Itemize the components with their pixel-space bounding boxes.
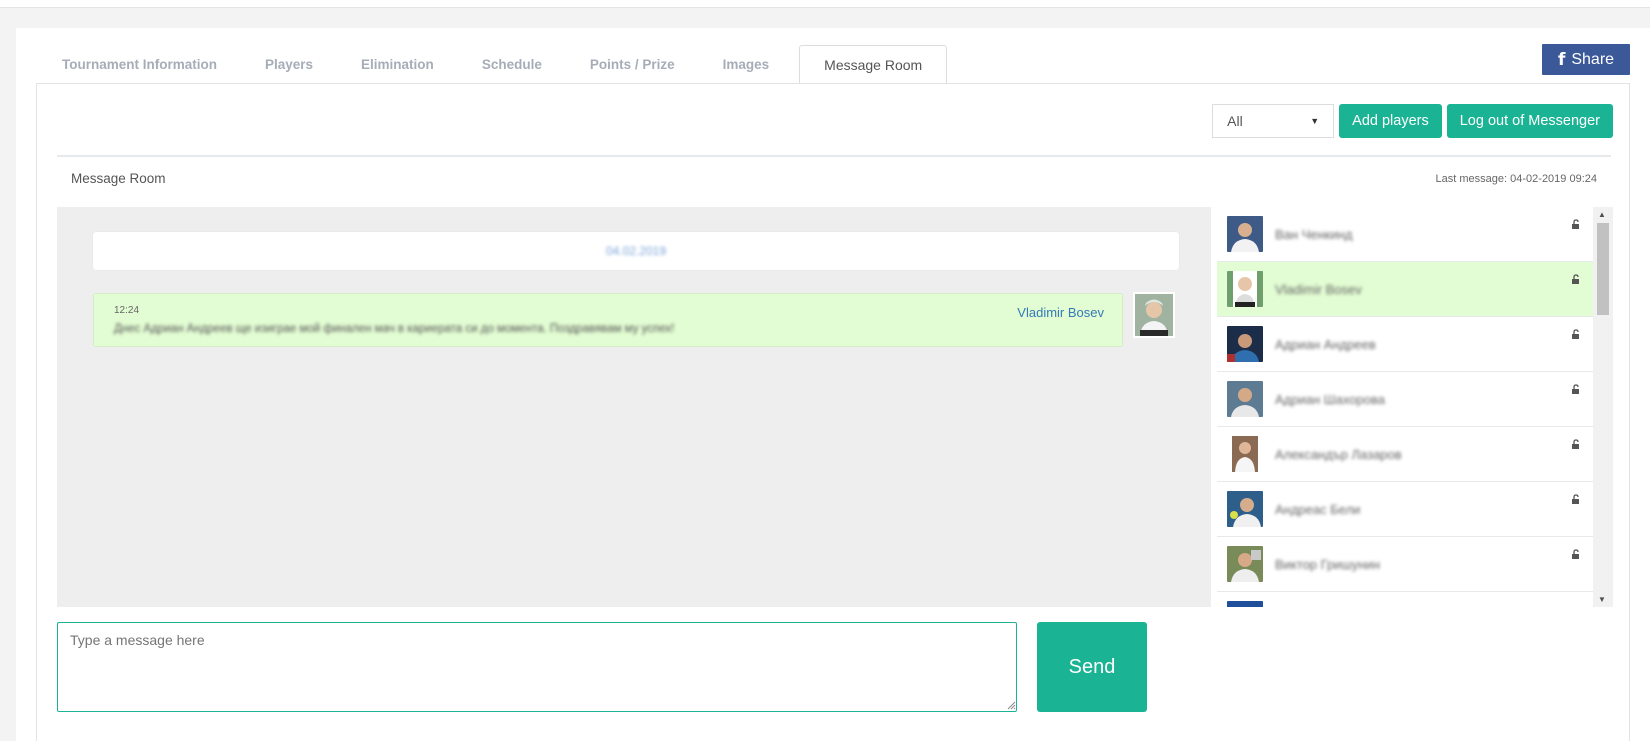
tab-tournament-information[interactable]: Tournament Information — [38, 44, 241, 84]
player-avatar — [1227, 271, 1263, 307]
chat-area: 04.02.2019 12:24 Vladimir Bosev Днес Адр… — [57, 207, 1211, 607]
message-time: 12:24 — [114, 305, 140, 316]
tab-label: Tournament Information — [62, 56, 217, 72]
tab-elimination[interactable]: Elimination — [337, 44, 458, 84]
player-name: Андреас Бели — [1275, 501, 1361, 517]
toolbar: All ▼ Add players Log out of Messenger — [1212, 104, 1613, 138]
player-list-item[interactable] — [1217, 592, 1593, 607]
player-name: Адриан Шахорова — [1275, 391, 1385, 407]
message-room-header: Message Room Last message: 04-02-2019 09… — [57, 155, 1611, 200]
player-list-item[interactable]: Виктор Гришунин — [1217, 537, 1593, 592]
tab-label: Points / Prize — [589, 56, 675, 72]
resize-handle-icon[interactable] — [1007, 701, 1016, 710]
tab-label: Schedule — [481, 56, 542, 72]
select-value: All — [1227, 113, 1243, 129]
share-label: Share — [1571, 50, 1615, 68]
tab-label: Message Room — [824, 57, 923, 73]
unlock-icon[interactable] — [1571, 439, 1581, 449]
message-input[interactable] — [57, 622, 1017, 712]
date-separator-text: 04.02.2019 — [605, 244, 667, 258]
player-name: Адриан Андреев — [1275, 336, 1376, 352]
player-list-scrollbar[interactable]: ▲ ▼ — [1593, 207, 1613, 607]
caret-down-icon: ▼ — [1310, 116, 1320, 126]
date-separator: 04.02.2019 — [93, 232, 1179, 270]
message-author-link[interactable]: Vladimir Bosev — [1017, 305, 1104, 320]
player-name: Александър Лазаров — [1275, 446, 1402, 462]
player-list-item[interactable]: Александър Лазаров — [1217, 427, 1593, 482]
tab-players[interactable]: Players — [241, 44, 337, 84]
player-avatar — [1227, 381, 1263, 417]
unlock-icon[interactable] — [1571, 384, 1581, 394]
facebook-share-button[interactable]: f Share — [1542, 44, 1630, 75]
player-name: Ван Ченкинд — [1275, 226, 1353, 242]
message-room-title: Message Room — [71, 171, 166, 186]
player-list-item[interactable]: Vladimir Bosev — [1217, 262, 1593, 317]
player-list-item[interactable]: Ван Ченкинд — [1217, 207, 1593, 262]
avatar-photo — [1135, 294, 1173, 336]
player-filter-select[interactable]: All ▼ — [1212, 104, 1335, 138]
tab-schedule[interactable]: Schedule — [458, 44, 566, 84]
tab-label: Players — [265, 56, 314, 72]
player-name: Виктор Гришунин — [1275, 556, 1380, 572]
facebook-icon: f — [1557, 49, 1566, 70]
tab-bar: Tournament Information Players Eliminati… — [38, 44, 948, 85]
unlock-icon[interactable] — [1571, 219, 1581, 229]
player-avatar — [1227, 491, 1263, 527]
scroll-down-icon[interactable]: ▼ — [1598, 595, 1606, 604]
player-avatar — [1227, 601, 1263, 607]
message-text: Днес Адриан Андреев ще изиграе мой финал… — [114, 323, 675, 335]
logout-messenger-button[interactable]: Log out of Messenger — [1446, 104, 1613, 138]
avatar — [1133, 292, 1175, 338]
top-bar — [0, 0, 1650, 8]
send-button[interactable]: Send — [1037, 622, 1147, 712]
player-list-item[interactable]: Адриан Шахорова — [1217, 372, 1593, 427]
unlock-icon[interactable] — [1571, 494, 1581, 504]
chat-message: 12:24 Vladimir Bosev Днес Адриан Андреев… — [93, 293, 1123, 347]
player-list: Ван Ченкинд Vladimir Bosev Адриан Андрее… — [1217, 207, 1613, 607]
tab-label: Elimination — [361, 56, 434, 72]
player-avatar — [1227, 216, 1263, 252]
last-message-timestamp: Last message: 04-02-2019 09:24 — [1435, 172, 1597, 185]
player-avatar — [1227, 436, 1263, 472]
scroll-up-icon[interactable]: ▲ — [1598, 210, 1606, 219]
add-players-button[interactable]: Add players — [1339, 104, 1442, 138]
unlock-icon[interactable] — [1571, 549, 1581, 559]
player-avatar — [1227, 546, 1263, 582]
unlock-icon[interactable] — [1571, 329, 1581, 339]
tab-label: Images — [722, 56, 770, 72]
player-list-item[interactable]: Адриан Андреев — [1217, 317, 1593, 372]
message-room-panel: All ▼ Add players Log out of Messenger M… — [36, 83, 1630, 741]
player-name: Vladimir Bosev — [1275, 281, 1362, 297]
tab-images[interactable]: Images — [699, 44, 794, 84]
tab-points-prize[interactable]: Points / Prize — [566, 44, 699, 84]
unlock-icon[interactable] — [1571, 274, 1581, 284]
player-list-item[interactable]: Андреас Бели — [1217, 482, 1593, 537]
scrollbar-thumb[interactable] — [1597, 223, 1609, 315]
tab-message-room[interactable]: Message Room — [799, 45, 948, 85]
player-avatar — [1227, 326, 1263, 362]
